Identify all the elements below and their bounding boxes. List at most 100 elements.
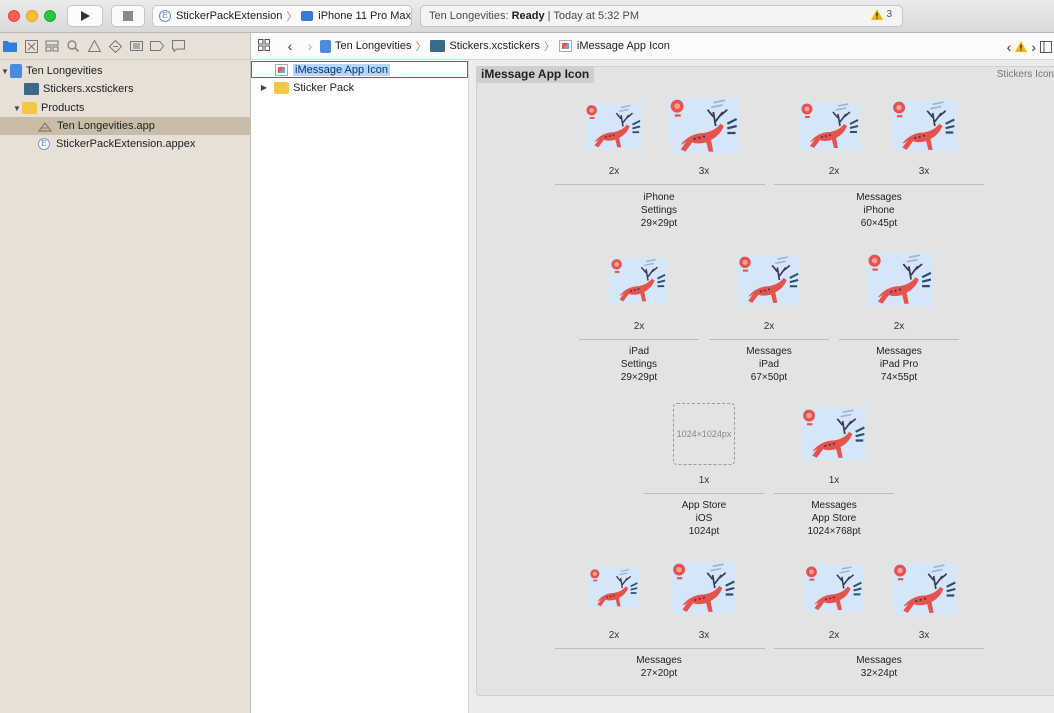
icon-slot-app-store-ios-1x[interactable]: 1024×1024px [673,403,735,465]
project-navigator: ▼ Ten Longevities Stickers.xcstickers ▼ … [0,33,251,713]
scale-label-3x: 3x [918,166,930,177]
debug-icon[interactable] [128,38,144,54]
group-label-messages-32x24: Messages 32×24pt [856,655,902,679]
activity-view: Ten Longevities: Ready | Today at 5:32 P… [420,5,903,27]
jump-bar: ‹ › Ten Longevities 〉 Stickers.xcsticker… [251,33,1054,60]
icon-slot-iphone-settings-3x[interactable] [669,92,739,160]
device-name[interactable]: iPhone 11 Pro Max [318,10,411,22]
breadcrumb-icon-set[interactable]: iMessage App Icon [558,40,670,52]
assistant-editor-icon[interactable] [1040,40,1052,53]
group-divider [555,648,765,649]
close-window-button[interactable] [8,10,20,22]
scale-label-3x: 3x [698,166,710,177]
issue-icon[interactable] [86,38,102,54]
source-control-icon[interactable] [23,38,39,54]
icon-slot-messages-27x20-3x[interactable] [669,562,739,614]
icon-set-type-label: Stickers Icon [996,69,1054,80]
run-button[interactable] [67,5,103,27]
group-divider [774,184,984,185]
report-icon[interactable] [170,38,186,54]
icon-slot-messages-ipad-pro-2x[interactable] [865,253,935,306]
group-label-iphone-settings: iPhone Settings 29×29pt [640,192,678,229]
chevron-right-icon: 〉 [286,11,298,23]
app-icon-set-icon [275,63,288,76]
app-icon-set-icon [558,40,572,52]
previous-issue-icon[interactable]: ‹ [1007,39,1012,55]
breadcrumb-stickers[interactable]: Stickers.xcstickers [430,40,540,52]
test-icon[interactable] [107,38,123,54]
extension-icon: E [159,10,171,22]
app-icon [38,120,53,132]
iphone-icon [301,11,314,21]
icon-slot-ipad-settings-2x[interactable] [610,253,667,308]
scale-label-2x: 2x [828,166,840,177]
tree-row-products[interactable]: ▼ Products [0,99,250,117]
breadcrumb-project[interactable]: Ten Longevities [320,39,411,53]
icon-slot-messages-32x24-3x[interactable] [890,563,960,615]
icon-set-title: iMessage App Icon [476,66,595,83]
scale-label-2x: 2x [828,630,840,641]
scale-label-3x: 3x [698,630,710,641]
breadcrumb-stickers-label: Stickers.xcstickers [449,40,540,52]
scheme-name[interactable]: StickerPackExtension [176,10,282,22]
xcode-project-icon [320,39,331,53]
folder-icon [274,81,289,94]
symbol-icon[interactable] [44,38,60,54]
breadcrumb-icon-set-label: iMessage App Icon [576,40,670,52]
activity-time: | Today at 5:32 PM [547,10,639,22]
icon-slot-iphone-settings-2x[interactable] [585,98,642,155]
forward-arrow-icon[interactable]: › [300,38,320,54]
folder-icon[interactable] [2,38,18,54]
group-label-messages-27x20: Messages 27×20pt [636,655,682,679]
icon-slot-messages-ipad-2x[interactable] [735,255,803,305]
disclosure-open-icon[interactable]: ▼ [0,67,10,76]
tree-row-project[interactable]: ▼ Ten Longevities [0,62,250,80]
icon-slot-messages-32x24-2x[interactable] [803,565,865,612]
zoom-window-button[interactable] [44,10,56,22]
appex-label: StickerPackExtension.appex [56,138,196,150]
group-divider [644,493,764,494]
minimize-window-button[interactable] [26,10,38,22]
warning-indicator[interactable]: 3 [871,9,892,20]
group-divider [774,648,984,649]
related-items-icon[interactable] [258,38,270,54]
project-label: Ten Longevities [26,65,103,77]
icon-slot-messages-27x20-2x[interactable] [587,568,641,608]
breakpoint-icon[interactable] [149,38,165,54]
tree-row-stickers[interactable]: Stickers.xcstickers [0,80,250,98]
outline-item-imessage-app-icon[interactable]: iMessage App Icon [251,61,468,78]
group-divider [709,339,829,340]
stop-button[interactable] [111,5,145,27]
scale-label-1x: 1x [698,475,710,486]
warning-icon[interactable] [1015,41,1028,52]
scale-label-1x: 1x [828,475,840,486]
search-icon[interactable] [65,38,81,54]
outline-item-sticker-pack[interactable]: ▶ Sticker Pack [251,79,468,96]
group-divider [839,339,959,340]
back-arrow-icon[interactable]: ‹ [280,38,300,54]
scheme-selector[interactable]: E StickerPackExtension 〉 iPhone 11 Pro M… [152,5,412,27]
stickers-label: Stickers.xcstickers [43,83,134,95]
tree-row-appex[interactable]: E StickerPackExtension.appex [0,135,250,153]
warning-icon [871,9,884,20]
tree-row-app[interactable]: Ten Longevities.app [0,117,250,135]
outline-item-label: Sticker Pack [293,81,355,94]
activity-status: Ready [511,10,545,22]
icon-slot-messages-iphone-2x[interactable] [800,100,860,152]
asset-canvas: iMessage App Icon Stickers Icon 2x 3x iP… [469,60,1054,713]
asset-outline: iMessage App Icon ▶ Sticker Pack [251,60,469,713]
group-label-messages-ipad-pro: Messages iPad Pro 74×55pt [876,346,922,383]
jump-bar-right: ‹ › [1007,33,1054,60]
play-icon [81,11,90,21]
disclosure-closed-icon[interactable]: ▶ [259,83,269,92]
next-issue-icon[interactable]: › [1031,39,1036,55]
icon-slot-messages-iphone-3x[interactable] [890,100,958,152]
xcstickers-icon [24,83,39,95]
scale-label-2x: 2x [633,321,645,332]
scale-label-2x: 2x [608,166,620,177]
disclosure-open-icon[interactable]: ▼ [12,104,22,113]
app-label: Ten Longevities.app [57,120,155,132]
outline-item-label: iMessage App Icon [293,63,390,76]
xcstickers-icon [430,40,446,52]
icon-slot-messages-app-store-1x[interactable] [800,408,868,460]
